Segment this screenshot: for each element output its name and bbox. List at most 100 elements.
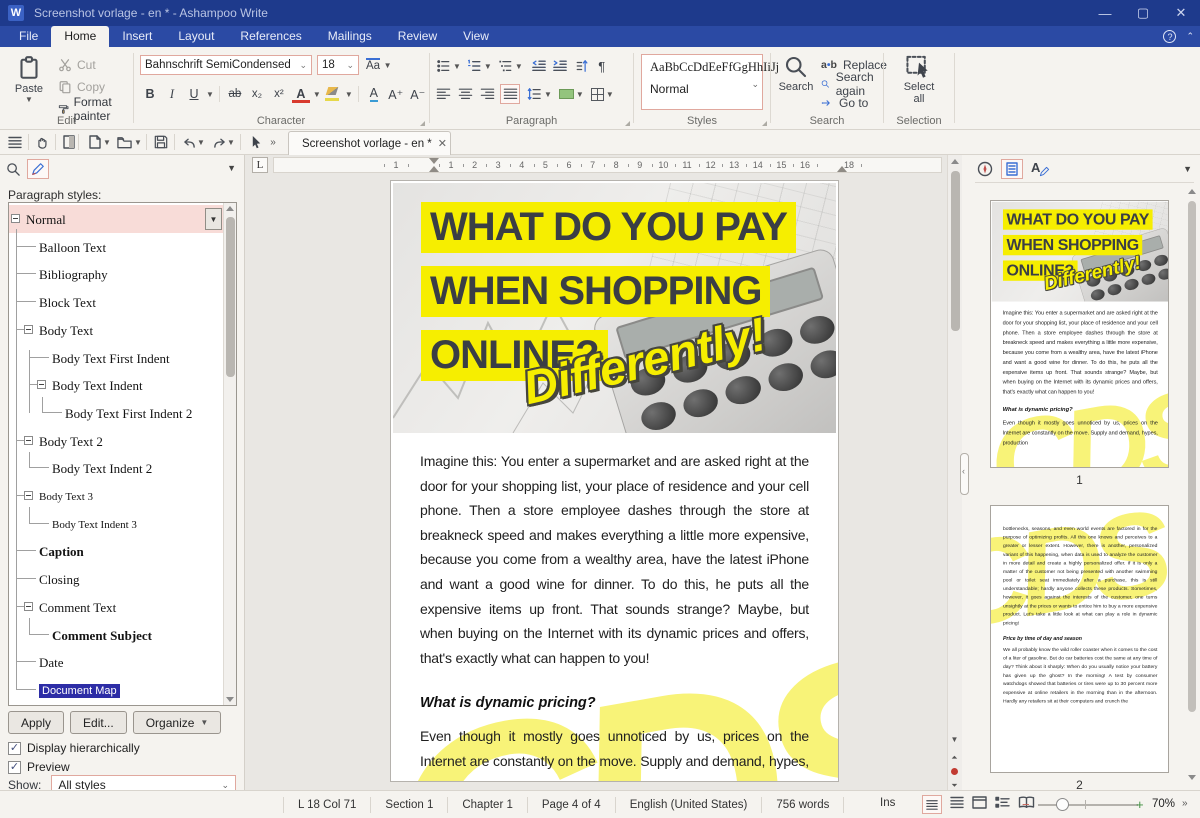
style-item-caption[interactable]: Caption <box>9 537 223 565</box>
bold-button[interactable]: B <box>140 84 160 104</box>
panel-toggle-button[interactable] <box>6 133 24 151</box>
tab-view[interactable]: View <box>450 26 502 47</box>
zoom-out-button[interactable]: − <box>1022 797 1030 812</box>
underline-dropdown-icon[interactable]: ▼ <box>206 90 214 99</box>
redo-button[interactable] <box>210 133 228 151</box>
align-center-icon[interactable] <box>458 87 473 101</box>
change-case-button[interactable]: Aa ▼ <box>366 55 391 75</box>
style-item-body-text-indent[interactable]: Body Text Indent <box>9 371 223 399</box>
status-cell[interactable]: 756 words <box>762 796 845 813</box>
shading-dropdown-icon[interactable]: ▼ <box>576 90 584 99</box>
cut-button[interactable]: Cut <box>58 55 133 75</box>
scrollbar-thumb[interactable] <box>226 217 235 377</box>
bullet-list-dropdown-icon[interactable]: ▼ <box>453 62 461 71</box>
view-mode-current-button[interactable] <box>922 795 942 814</box>
tab-stop-selector[interactable]: L <box>252 157 268 173</box>
font-color-dropdown-icon[interactable]: ▼ <box>313 90 321 99</box>
help-icon[interactable]: ? <box>1163 30 1177 43</box>
zoom-slider-thumb[interactable] <box>1056 798 1069 811</box>
collapse-icon[interactable] <box>11 214 20 223</box>
scroll-down-icon[interactable] <box>226 697 234 702</box>
align-left-icon[interactable] <box>436 87 451 101</box>
undo-button[interactable] <box>180 133 198 151</box>
sidebar-dropdown-icon[interactable]: ▼ <box>227 163 236 173</box>
collapse-ribbon-icon[interactable]: ⌃ <box>1186 31 1194 42</box>
left-indent-marker[interactable] <box>429 166 439 172</box>
style-item-document-map[interactable]: Document Map <box>9 676 223 704</box>
styles-pen-button[interactable]: A <box>1031 160 1050 178</box>
next-page-button[interactable]: ⏷ <box>947 781 962 790</box>
status-overflow-icon[interactable]: » <box>1182 798 1188 809</box>
new-document-button[interactable] <box>86 133 104 151</box>
document-tab[interactable]: Screenshot vorlage - en * ✕ <box>288 131 451 155</box>
style-item-body-text-3[interactable]: Body Text 3 <box>9 482 223 510</box>
decrease-indent-icon[interactable] <box>531 59 547 73</box>
styles-gallery-dropdown-icon[interactable]: ⌄ <box>751 79 759 90</box>
numbered-list-icon[interactable] <box>467 59 482 73</box>
search-again-button[interactable]: Search again <box>821 70 887 98</box>
pages-sidebar-dropdown-icon[interactable]: ▼ <box>1183 164 1192 174</box>
italic-button[interactable]: I <box>162 84 182 104</box>
style-item-date[interactable]: Date <box>9 648 223 676</box>
status-cell[interactable]: Section 1 <box>371 796 449 813</box>
underline-button[interactable]: U <box>184 84 204 104</box>
tab-home[interactable]: Home <box>51 26 110 47</box>
style-item-normal[interactable]: Normal ▼ <box>9 205 223 233</box>
maximize-button[interactable]: ▢ <box>1124 0 1162 26</box>
tab-layout[interactable]: Layout <box>165 26 227 47</box>
browse-object-button[interactable] <box>947 768 962 777</box>
style-item-body-text-indent-2[interactable]: Body Text Indent 2 <box>9 454 223 482</box>
numbered-list-dropdown-icon[interactable]: ▼ <box>484 62 492 71</box>
copy-button[interactable]: Copy <box>58 77 133 97</box>
edit-style-button[interactable]: Edit... <box>70 711 127 734</box>
bullet-list-icon[interactable] <box>436 59 451 73</box>
clear-formatting-button[interactable]: A <box>364 84 384 104</box>
previous-page-button[interactable]: ⏶ <box>947 753 962 763</box>
collapse-icon[interactable] <box>24 324 33 334</box>
collapse-icon[interactable] <box>24 435 33 445</box>
navigator-compass-icon[interactable] <box>977 161 993 177</box>
font-color-button[interactable]: A <box>291 84 311 104</box>
page-thumbnail-2[interactable]: CDS bottlenecks, seasons, and even world… <box>990 505 1169 773</box>
styles-gallery[interactable]: AaBbCcDdEeFfGgHhIiJj Normal ⌄ <box>641 54 779 110</box>
align-right-icon[interactable] <box>480 87 495 101</box>
open-document-dropdown-icon[interactable]: ▼ <box>134 138 142 147</box>
tab-insert[interactable]: Insert <box>109 26 165 47</box>
multilevel-list-dropdown-icon[interactable]: ▼ <box>515 62 523 71</box>
borders-dropdown-icon[interactable]: ▼ <box>606 90 614 99</box>
page-thumbnail-1[interactable]: WHAT DO YOU PAY WHEN SHOPPING ONLINE? Di… <box>990 200 1169 468</box>
close-button[interactable]: ✕ <box>1162 0 1200 26</box>
grow-font-button[interactable]: A⁺ <box>386 84 406 104</box>
justify-button[interactable] <box>500 84 520 104</box>
style-item-closing[interactable]: Closing <box>9 565 223 593</box>
font-size-combo[interactable]: 18 ⌄ <box>317 55 359 75</box>
scrollbar-thumb[interactable] <box>951 171 960 331</box>
panel-splitter-handle[interactable] <box>960 453 969 495</box>
organize-button[interactable]: Organize ▼ <box>132 711 222 734</box>
style-item-balloon-text[interactable]: Balloon Text <box>9 233 223 261</box>
status-cell[interactable]: Page 4 of 4 <box>528 796 616 813</box>
paste-button[interactable]: Paste ▼ <box>4 53 54 104</box>
document-tab-close-icon[interactable]: ✕ <box>438 137 447 150</box>
open-document-button[interactable] <box>115 133 133 151</box>
insert-mode-indicator[interactable]: Ins <box>880 797 895 809</box>
styles-tree-scrollbar[interactable] <box>223 203 236 705</box>
style-item-comment-subject[interactable]: Comment Subject <box>9 621 223 649</box>
strikethrough-button[interactable]: ab <box>225 84 245 104</box>
increase-indent-icon[interactable] <box>552 59 568 73</box>
save-button[interactable] <box>152 133 170 151</box>
scrollbar-thumb[interactable] <box>1188 201 1196 712</box>
document-page[interactable]: WHAT DO YOU PAY WHEN SHOPPING ONLINE? Di… <box>390 180 839 782</box>
multilevel-list-icon[interactable] <box>498 59 513 73</box>
search-button[interactable]: Search <box>771 53 821 93</box>
tab-review[interactable]: Review <box>385 26 450 47</box>
style-item-body-text-2[interactable]: Body Text 2 <box>9 427 223 455</box>
status-cell[interactable]: L 18 Col 71 <box>283 796 372 813</box>
zoom-level[interactable]: 70% <box>1152 798 1175 810</box>
style-item-body-text-indent-3[interactable]: Body Text Indent 3 <box>9 510 223 538</box>
style-item-body-text-first-indent[interactable]: Body Text First Indent <box>9 344 223 372</box>
first-line-indent-marker[interactable] <box>429 158 439 164</box>
paste-dropdown-icon[interactable]: ▼ <box>4 95 54 104</box>
display-hierarchically-checkbox[interactable]: ✓ Display hierarchically <box>8 741 140 755</box>
zoom-in-button[interactable]: + <box>1136 797 1144 812</box>
